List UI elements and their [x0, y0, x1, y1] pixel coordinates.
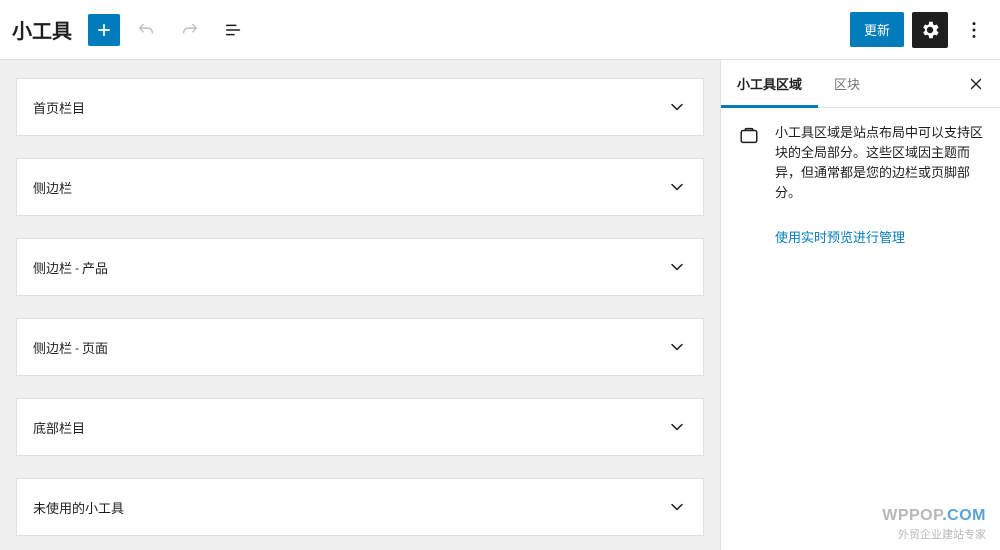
widget-area-home[interactable]: 首页栏目: [16, 78, 704, 136]
widget-area-label: 侧边栏: [33, 178, 72, 197]
plus-icon: [94, 20, 114, 40]
toolbar-left: 小工具: [8, 12, 252, 48]
chevron-down-icon: [667, 417, 687, 437]
main-area: 首页栏目 侧边栏 侧边栏 - 产品 侧边栏 - 页面 底部栏目 未使用的小工具: [0, 60, 1000, 550]
widget-area-icon: [737, 124, 761, 148]
undo-button[interactable]: [128, 12, 164, 48]
tab-label: 小工具区域: [737, 74, 802, 93]
more-options-button[interactable]: [956, 12, 992, 48]
widget-canvas: 首页栏目 侧边栏 侧边栏 - 产品 侧边栏 - 页面 底部栏目 未使用的小工具: [0, 60, 720, 550]
widget-area-label: 首页栏目: [33, 98, 85, 117]
tab-label: 区块: [834, 74, 860, 93]
add-block-button[interactable]: [88, 14, 120, 46]
tab-widget-areas[interactable]: 小工具区域: [721, 60, 818, 108]
close-sidebar-button[interactable]: [952, 60, 1000, 108]
tab-blocks[interactable]: 区块: [818, 60, 876, 108]
settings-button[interactable]: [912, 12, 948, 48]
widget-area-footer[interactable]: 底部栏目: [16, 398, 704, 456]
widget-area-label: 底部栏目: [33, 418, 85, 437]
chevron-down-icon: [667, 177, 687, 197]
sidebar-link-row: 使用实时预览进行管理: [721, 221, 1000, 262]
widget-area-label: 侧边栏 - 页面: [33, 338, 108, 357]
chevron-down-icon: [667, 337, 687, 357]
undo-icon: [135, 19, 157, 41]
close-icon: [967, 75, 985, 93]
widget-area-sidebar[interactable]: 侧边栏: [16, 158, 704, 216]
more-vertical-icon: [963, 19, 985, 41]
list-view-button[interactable]: [216, 12, 252, 48]
list-view-icon: [223, 19, 245, 41]
live-preview-link[interactable]: 使用实时预览进行管理: [775, 231, 905, 246]
top-toolbar: 小工具 更新: [0, 0, 1000, 60]
chevron-down-icon: [667, 97, 687, 117]
update-button[interactable]: 更新: [850, 12, 904, 47]
chevron-down-icon: [667, 497, 687, 517]
widget-area-sidebar-products[interactable]: 侧边栏 - 产品: [16, 238, 704, 296]
sidebar-description: 小工具区域是站点布局中可以支持区块的全局部分。这些区域因主题而异，但通常都是您的…: [775, 124, 984, 205]
redo-button[interactable]: [172, 12, 208, 48]
redo-icon: [179, 19, 201, 41]
chevron-down-icon: [667, 257, 687, 277]
sidebar-tabs: 小工具区域 区块: [721, 60, 1000, 108]
settings-sidebar: 小工具区域 区块 小工具区域是站点布局中可以支持区块的全局部分。这些区域因主题而…: [720, 60, 1000, 550]
widget-area-label: 侧边栏 - 产品: [33, 258, 108, 277]
widget-area-inactive[interactable]: 未使用的小工具: [16, 478, 704, 536]
sidebar-panel-body: 小工具区域是站点布局中可以支持区块的全局部分。这些区域因主题而异，但通常都是您的…: [721, 108, 1000, 221]
gear-icon: [919, 19, 941, 41]
widget-area-label: 未使用的小工具: [33, 498, 124, 517]
toolbar-right: 更新: [850, 12, 992, 48]
page-title: 小工具: [8, 15, 80, 44]
update-button-label: 更新: [864, 20, 890, 39]
widget-area-sidebar-pages[interactable]: 侧边栏 - 页面: [16, 318, 704, 376]
